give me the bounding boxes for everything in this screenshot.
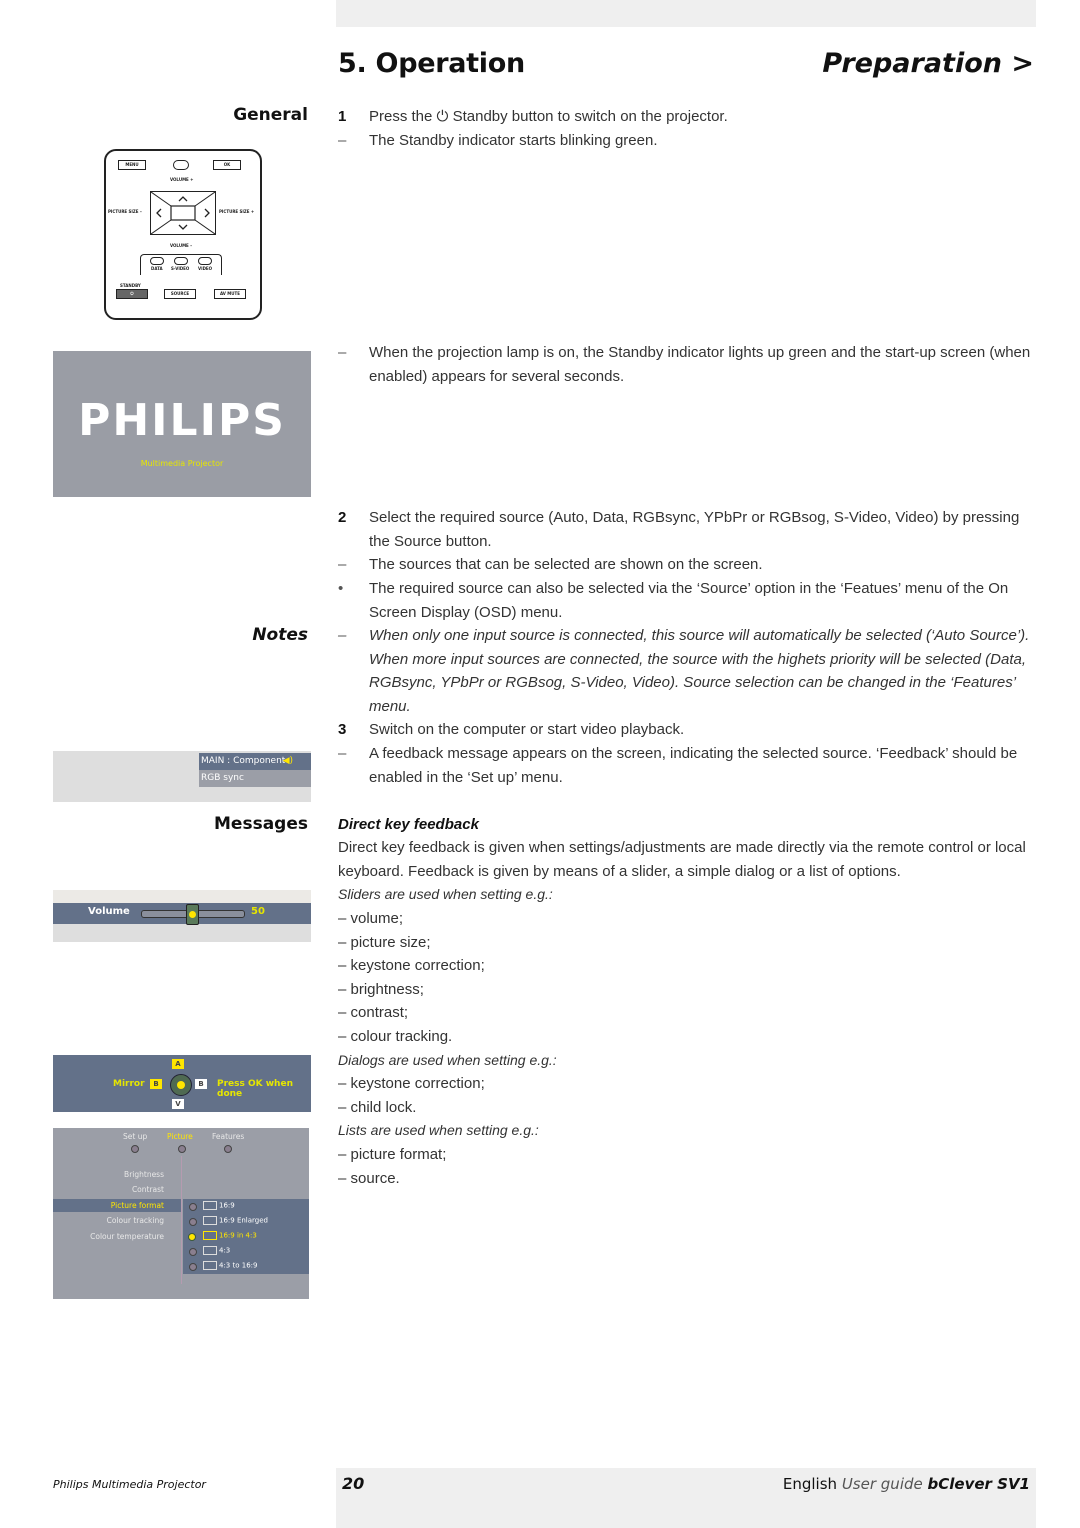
key-right: B <box>195 1079 207 1089</box>
key-left: B <box>150 1079 162 1089</box>
remote-standby-label: STANDBY <box>120 283 141 288</box>
page-number: 20 <box>342 1474 365 1493</box>
sliders-list: – volume; – picture size; – keystone cor… <box>338 907 1038 1048</box>
list-item: – source. <box>338 1169 400 1187</box>
side-label-messages: Messages <box>214 814 308 834</box>
osd-tab-setup[interactable]: Set up <box>123 1132 147 1141</box>
volume-value: 50 <box>251 906 265 917</box>
picture-format-options: 16:9 16:9 Enlarged 16:9 in 4:3 4:3 4:3 t… <box>183 1199 309 1274</box>
list-item: – child lock. <box>338 1098 417 1116</box>
section-link[interactable]: Preparation > <box>822 48 1034 79</box>
remote-control-diagram: MENU OK VOLUME + PICTURE SIZE – PICTURE … <box>104 149 262 320</box>
osd-item-colour-temperature[interactable]: Colour temperature <box>90 1232 164 1241</box>
startup-splash-screen: PHILIPS Multimedia Projector <box>53 351 311 497</box>
mirror-label: Mirror <box>113 1079 145 1089</box>
power-icon: ⏻ <box>436 108 449 125</box>
lists-heading: Lists are used when setting e.g.: <box>338 1122 539 1138</box>
feedback-intro: Direct key feedback is given when settin… <box>338 839 1026 880</box>
remote-ok-button: OK <box>213 160 241 170</box>
power-icon: ⏻ <box>130 291 134 296</box>
osd-item-contrast[interactable]: Contrast <box>132 1185 164 1194</box>
aspect-icon <box>203 1216 217 1225</box>
source-message-line1: MAIN : Component ◀) <box>199 753 311 770</box>
list-item: – brightness; <box>338 980 424 998</box>
tab-dot-icon <box>178 1145 186 1153</box>
header-band <box>336 0 1036 27</box>
osd-item-picture-format[interactable]: Picture format <box>111 1201 164 1210</box>
remote-source-button: SOURCE <box>164 289 196 299</box>
splash-subtitle: Multimedia Projector <box>140 459 224 468</box>
list-item: – picture format; <box>338 1146 447 1163</box>
remote-video-button <box>198 257 212 265</box>
remote-svideo-button <box>174 257 188 265</box>
volume-slider-knob[interactable] <box>186 904 199 925</box>
sliders-heading: Sliders are used when setting e.g.: <box>338 886 553 902</box>
option-dot-icon <box>189 1203 197 1211</box>
remote-volume-plus-label: VOLUME + <box>170 177 194 182</box>
option-dot-icon <box>189 1248 197 1256</box>
dialogs-heading: Dialogs are used when setting e.g.: <box>338 1052 557 1068</box>
volume-slider-feedback: Volume 50 <box>53 890 311 942</box>
aspect-icon <box>203 1246 217 1255</box>
volume-label: Volume <box>88 906 130 917</box>
remote-data-button <box>150 257 164 265</box>
mirror-hint: Press OK when done <box>217 1079 293 1099</box>
osd-item-brightness[interactable]: Brightness <box>124 1170 164 1179</box>
side-label-notes: Notes <box>252 625 308 645</box>
source-message-line2: RGB sync <box>199 770 311 787</box>
osd-tab-picture[interactable]: Picture <box>167 1132 193 1141</box>
option-16-9[interactable]: 16:9 <box>203 1201 235 1210</box>
feedback-heading: Direct key feedback <box>338 816 479 833</box>
dpad-icon <box>170 1074 192 1096</box>
option-4-3-to-16-9[interactable]: 4:3 to 16:9 <box>203 1261 257 1270</box>
footer-guide: English User guide bClever SV1 <box>782 1475 1030 1493</box>
source-feedback-message: MAIN : Component ◀) RGB sync <box>53 751 311 802</box>
chapter-title: 5. Operation <box>338 48 525 79</box>
remote-oval-button <box>173 160 189 170</box>
remote-volume-minus-label: VOLUME – <box>170 243 193 248</box>
remote-av-mute-button: AV MUTE <box>214 289 246 299</box>
footer-product: Philips Multimedia Projector <box>53 1478 206 1491</box>
list-item: – keystone correction; <box>338 1075 485 1092</box>
remote-data-label: DATA <box>151 266 163 271</box>
mirror-dialog: A Mirror B B Press OK when done V <box>53 1055 311 1112</box>
tab-dot-icon <box>131 1145 139 1153</box>
aspect-icon <box>203 1201 217 1210</box>
remote-menu-button: MENU <box>118 160 146 170</box>
remote-dpad <box>150 191 216 235</box>
osd-item-colour-tracking[interactable]: Colour tracking <box>107 1216 164 1225</box>
lists-list: – picture format; – source. <box>338 1143 1038 1190</box>
remote-standby-button: ⏻ <box>116 289 148 299</box>
aspect-icon <box>203 1261 217 1270</box>
list-item: – contrast; <box>338 1004 409 1021</box>
option-dot-icon <box>189 1263 197 1271</box>
list-item: – picture size; <box>338 933 431 951</box>
remote-video-label: VIDEO <box>198 266 213 271</box>
key-down: V <box>172 1099 184 1109</box>
key-up: A <box>172 1059 184 1069</box>
side-label-general: General <box>233 105 308 125</box>
dpad-arrows-icon <box>150 191 216 235</box>
tab-dot-icon <box>224 1145 232 1153</box>
dialogs-list: – keystone correction; – child lock. <box>338 1072 1038 1119</box>
option-16-9-in-4-3[interactable]: 16:9 in 4:3 <box>203 1231 257 1240</box>
osd-picture-format-list: Set up Picture Features Brightness Contr… <box>53 1128 309 1299</box>
philips-logo: PHILIPS <box>78 395 286 446</box>
list-item: – volume; <box>338 910 404 927</box>
remote-picture-size-minus-label: PICTURE SIZE – <box>108 209 142 214</box>
option-dot-icon <box>189 1218 197 1226</box>
option-16-9-enlarged[interactable]: 16:9 Enlarged <box>203 1216 268 1225</box>
list-item: – keystone correction; <box>338 957 485 974</box>
remote-picture-size-plus-label: PICTURE SIZE + <box>219 209 255 214</box>
selected-option-icon <box>188 1233 196 1241</box>
speaker-icon: ◀) <box>282 756 293 766</box>
list-item: – colour tracking. <box>338 1027 453 1045</box>
option-4-3[interactable]: 4:3 <box>203 1246 230 1255</box>
osd-tab-features[interactable]: Features <box>212 1132 244 1141</box>
aspect-icon <box>203 1231 217 1240</box>
remote-svideo-label: S-VIDEO <box>171 266 190 271</box>
